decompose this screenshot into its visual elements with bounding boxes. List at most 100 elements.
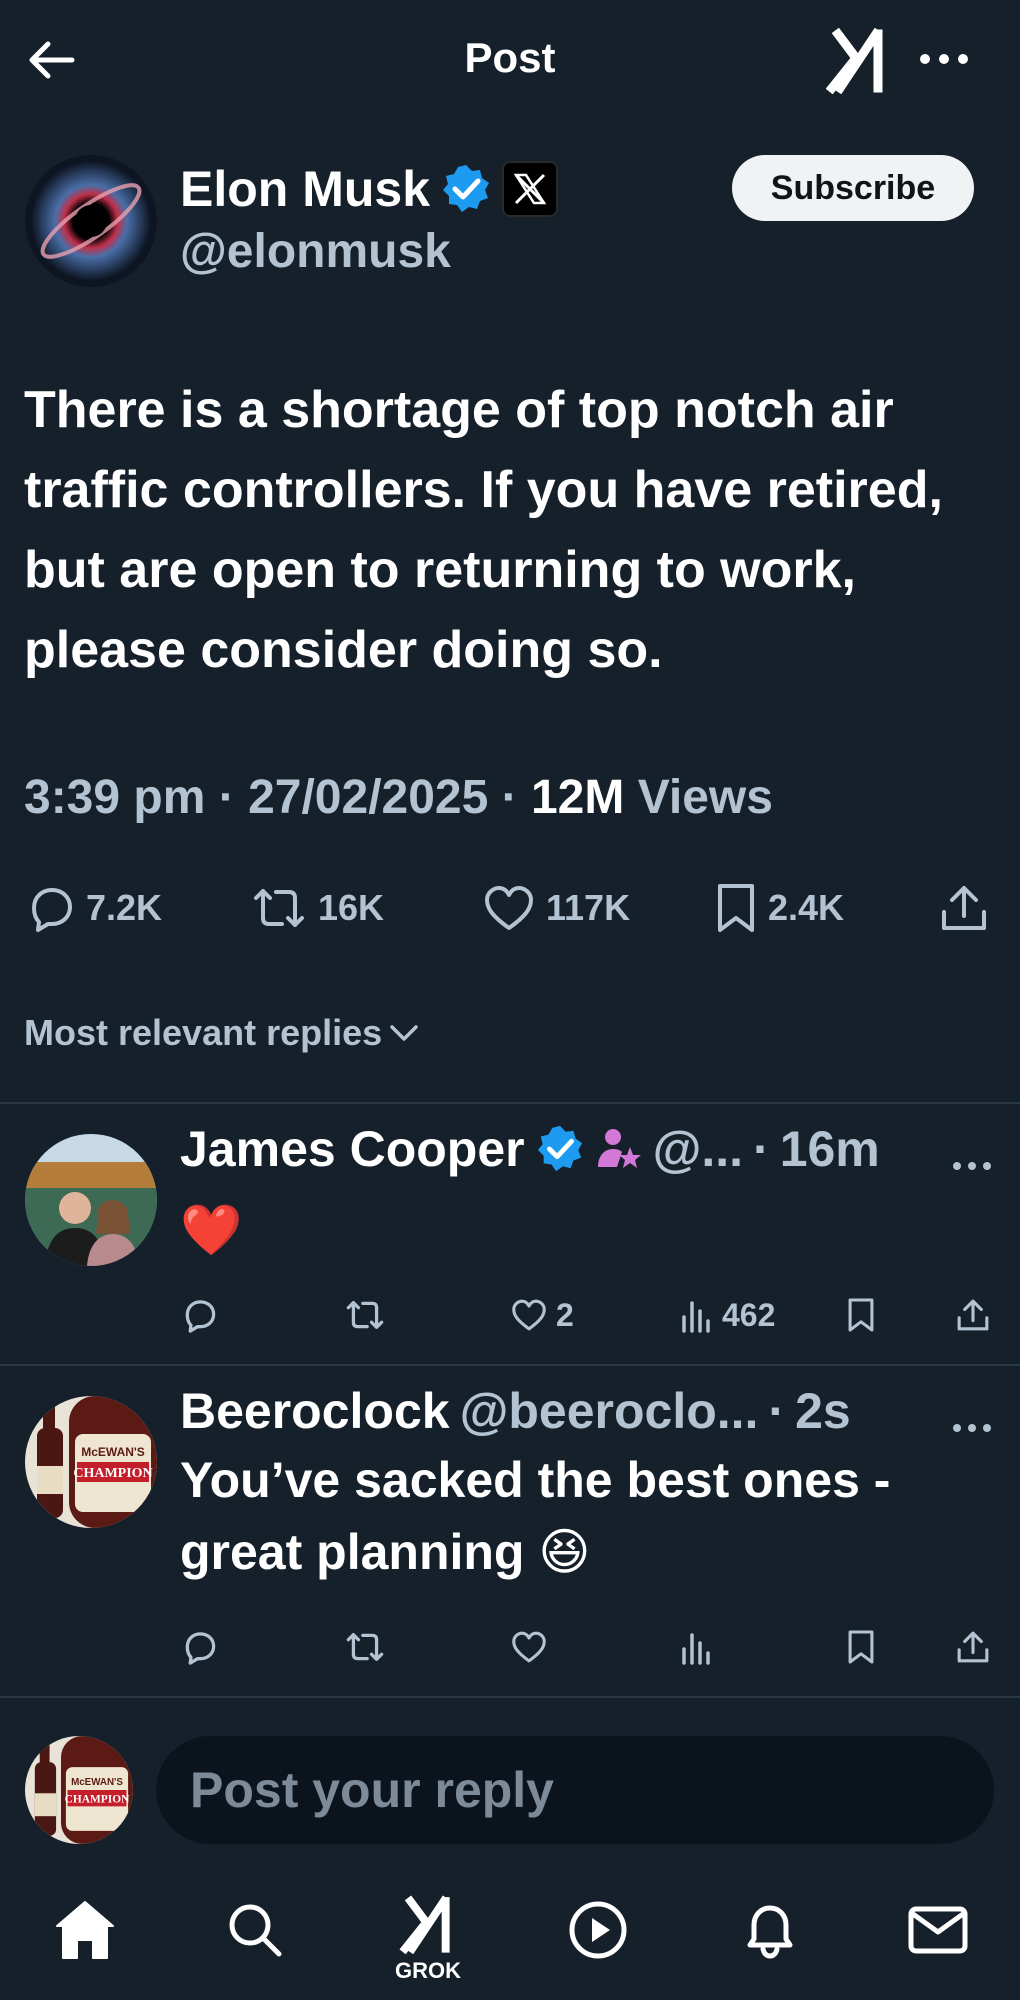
sort-label: Most relevant replies bbox=[24, 1012, 383, 1053]
share-button[interactable] bbox=[938, 876, 990, 940]
reply-icon bbox=[185, 1300, 216, 1333]
reply-more-button[interactable] bbox=[944, 1146, 1000, 1186]
heart-icon bbox=[512, 1631, 546, 1663]
reply-separator: · bbox=[768, 1383, 786, 1439]
repost-button[interactable]: 16K bbox=[250, 876, 384, 940]
post-author: Elon Musk @elonmusk Subscribe bbox=[0, 150, 1020, 290]
more-horizontal-icon bbox=[953, 1162, 991, 1170]
reply-button[interactable] bbox=[180, 1622, 218, 1672]
reply-sort-dropdown[interactable]: Most relevant replies bbox=[24, 1012, 420, 1054]
heart-icon bbox=[485, 886, 533, 930]
avatar[interactable] bbox=[25, 1134, 157, 1266]
avatar[interactable]: McEWAN'S CHAMPION bbox=[25, 1736, 133, 1844]
more-horizontal-icon bbox=[920, 54, 968, 64]
repost-button[interactable] bbox=[344, 1622, 386, 1672]
bookmark-icon bbox=[718, 884, 754, 932]
x-logo-icon bbox=[513, 173, 547, 205]
reply-author-name[interactable]: James Cooper bbox=[180, 1120, 525, 1178]
nav-grok[interactable] bbox=[388, 1884, 468, 1964]
author-handle[interactable]: @elonmusk bbox=[180, 224, 451, 279]
divider bbox=[0, 1696, 1020, 1698]
verified-badge-icon bbox=[443, 165, 490, 212]
author-name[interactable]: Elon Musk bbox=[180, 160, 430, 218]
post-text: There is a shortage of top notch air tra… bbox=[24, 381, 943, 679]
share-button[interactable] bbox=[955, 1622, 991, 1672]
share-icon bbox=[957, 1631, 989, 1663]
avatar[interactable] bbox=[25, 155, 157, 287]
share-button[interactable] bbox=[955, 1290, 991, 1340]
bookmark-icon bbox=[848, 1298, 874, 1332]
views-button[interactable]: 462 bbox=[680, 1290, 775, 1340]
like-button[interactable]: 2 bbox=[510, 1290, 574, 1340]
reply-author-handle[interactable]: @beeroclo... bbox=[460, 1382, 759, 1440]
post-meta: 3:39 pm · 27/02/2025 · 12M Views bbox=[24, 771, 773, 824]
person-star-icon bbox=[597, 1129, 641, 1168]
reply-item[interactable]: James Cooper @... · 16m ❤️ 2 462 bbox=[0, 1104, 1020, 1364]
like-count: 117K bbox=[546, 887, 631, 928]
like-button[interactable] bbox=[510, 1622, 556, 1672]
reply-time[interactable]: 2s bbox=[795, 1382, 851, 1440]
post-date[interactable]: 27/02/2025 bbox=[248, 771, 488, 824]
avatar-brand-text: McEWAN'S bbox=[71, 1777, 123, 1788]
reply-composer: McEWAN'S CHAMPION Post your reply bbox=[0, 1714, 1020, 1844]
grok-icon bbox=[399, 1895, 450, 1954]
avatar[interactable]: McEWAN'S CHAMPION bbox=[25, 1396, 157, 1528]
avatar-product-text: CHAMPION bbox=[65, 1793, 131, 1805]
views-label[interactable]: Views bbox=[638, 771, 773, 824]
home-icon bbox=[56, 1901, 114, 1959]
reply-text: You’ve sacked the best ones - great plan… bbox=[180, 1452, 891, 1580]
reply-icon bbox=[185, 1632, 216, 1665]
reply-item[interactable]: McEWAN'S CHAMPION Beeroclock @beeroclo..… bbox=[0, 1366, 1020, 1696]
subscribe-button[interactable]: Subscribe bbox=[732, 155, 974, 221]
heart-icon bbox=[512, 1299, 546, 1331]
repost-icon bbox=[254, 889, 304, 927]
reply-input[interactable]: Post your reply bbox=[156, 1736, 994, 1844]
mail-icon bbox=[908, 1906, 968, 1954]
bookmark-count: 2.4K bbox=[768, 887, 845, 928]
avatar-product-text: CHAMPION bbox=[73, 1466, 152, 1481]
avatar-brand-text: McEWAN'S bbox=[81, 1445, 145, 1459]
nav-video[interactable] bbox=[558, 1890, 638, 1970]
nav-messages[interactable] bbox=[898, 1890, 978, 1970]
grok-button[interactable] bbox=[826, 26, 890, 94]
reply-button[interactable]: 7.2K bbox=[24, 876, 162, 940]
bookmark-button[interactable] bbox=[846, 1622, 876, 1672]
reply-author-handle[interactable]: @... bbox=[653, 1120, 743, 1178]
nav-grok-label: GROK bbox=[395, 1958, 461, 1983]
reply-icon bbox=[32, 888, 72, 932]
x-affiliate-badge[interactable] bbox=[502, 161, 559, 217]
bookmark-button[interactable]: 2.4K bbox=[714, 876, 844, 940]
more-horizontal-icon bbox=[953, 1424, 991, 1432]
reply-separator: · bbox=[753, 1121, 770, 1177]
top-bar: Post bbox=[0, 0, 1020, 120]
nav-search[interactable] bbox=[215, 1890, 295, 1970]
nav-home[interactable] bbox=[45, 1890, 125, 1970]
reply-button[interactable] bbox=[180, 1290, 218, 1340]
bookmark-icon bbox=[848, 1630, 874, 1664]
search-icon bbox=[229, 1904, 282, 1957]
more-button[interactable] bbox=[914, 34, 974, 84]
repost-button[interactable] bbox=[344, 1290, 386, 1340]
share-icon bbox=[957, 1299, 989, 1331]
reply-author-name[interactable]: Beeroclock bbox=[180, 1382, 450, 1440]
post-actions: 7.2K 16K 117K 2.4K bbox=[0, 876, 1020, 940]
views-count: 12M bbox=[530, 771, 625, 824]
analytics-icon bbox=[682, 1301, 710, 1333]
views-button[interactable] bbox=[680, 1622, 722, 1672]
reply-time[interactable]: 16m bbox=[780, 1120, 880, 1178]
chevron-down-icon bbox=[390, 1025, 418, 1041]
reply-text: ❤️ bbox=[180, 1202, 243, 1258]
like-button[interactable]: 117K bbox=[482, 876, 630, 940]
reply-more-button[interactable] bbox=[944, 1408, 1000, 1448]
repost-icon bbox=[346, 1633, 384, 1661]
analytics-icon bbox=[682, 1633, 710, 1665]
reply-count: 7.2K bbox=[86, 887, 163, 928]
bookmark-button[interactable] bbox=[846, 1290, 876, 1340]
reply-actions: 2 462 bbox=[0, 1290, 1020, 1340]
nav-notifications[interactable] bbox=[730, 1890, 810, 1970]
repost-icon bbox=[346, 1301, 384, 1329]
verified-badge-icon bbox=[537, 1125, 582, 1172]
post-time[interactable]: 3:39 pm bbox=[24, 771, 205, 824]
reply-actions bbox=[0, 1622, 1020, 1672]
bell-icon bbox=[747, 1905, 793, 1959]
